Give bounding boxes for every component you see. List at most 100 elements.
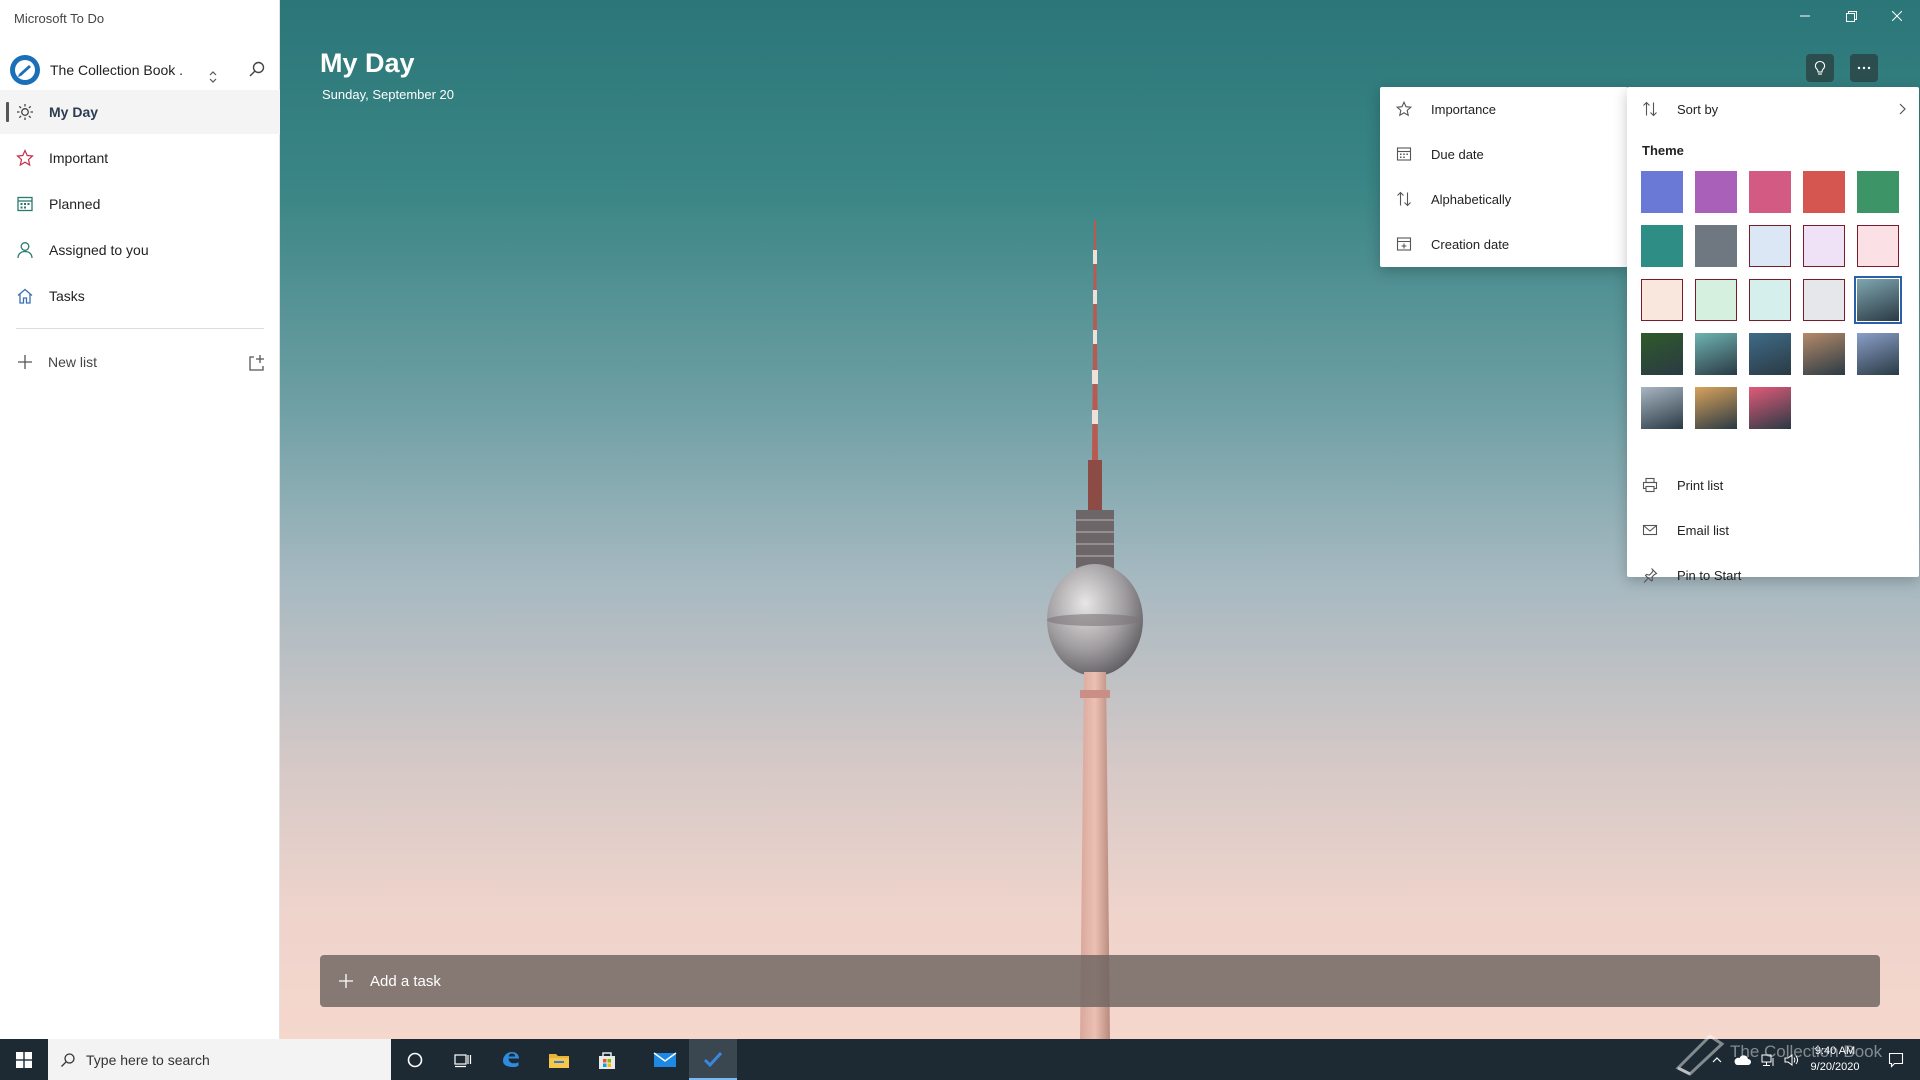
sidebar-divider bbox=[16, 328, 264, 329]
theme-swatch-pink[interactable] bbox=[1749, 171, 1791, 213]
theme-swatch-light-teal[interactable] bbox=[1749, 279, 1791, 321]
new-list-label: New list bbox=[48, 354, 98, 370]
close-button[interactable] bbox=[1874, 0, 1920, 32]
theme-swatch-photo-poppies[interactable] bbox=[1695, 387, 1737, 429]
menu-item-label: Email list bbox=[1677, 523, 1730, 538]
theme-swatch-red[interactable] bbox=[1803, 171, 1845, 213]
sidebar-item-label: My Day bbox=[49, 104, 99, 120]
add-task-label: Add a task bbox=[370, 972, 441, 990]
printer-icon bbox=[1642, 477, 1658, 493]
email-list-menu-item[interactable]: Email list bbox=[1627, 508, 1919, 553]
cortana-icon bbox=[406, 1051, 424, 1069]
sort-item-label: Due date bbox=[1431, 147, 1484, 162]
theme-swatch-photo-desert[interactable] bbox=[1857, 333, 1899, 375]
theme-swatch-light-purple[interactable] bbox=[1803, 225, 1845, 267]
theme-swatch-light-blue[interactable] bbox=[1749, 225, 1791, 267]
sidebar-item-label: Planned bbox=[49, 196, 101, 212]
sun-icon bbox=[16, 103, 34, 121]
notification-icon bbox=[1888, 1052, 1904, 1068]
new-group-icon bbox=[247, 353, 267, 373]
store-button[interactable] bbox=[583, 1039, 631, 1080]
sort-alphabetically[interactable]: Alphabetically bbox=[1380, 177, 1628, 222]
minimize-icon bbox=[1800, 11, 1810, 21]
sort-icon bbox=[1642, 101, 1658, 117]
sidebar-item-assigned-to-you[interactable]: Assigned to you bbox=[0, 228, 280, 272]
theme-swatch-photo-mountains[interactable] bbox=[1749, 333, 1791, 375]
watermark-text: The Collection Book bbox=[1730, 1042, 1883, 1061]
task-view-button[interactable] bbox=[439, 1039, 487, 1080]
page-title: My Day bbox=[320, 48, 415, 78]
calendar-icon bbox=[1396, 146, 1412, 162]
sort-by-menu-item[interactable]: Sort by bbox=[1627, 87, 1919, 131]
pin-to-start-menu-item[interactable]: Pin to Start bbox=[1627, 553, 1919, 598]
sort-item-label: Alphabetically bbox=[1431, 192, 1512, 207]
theme-swatch-photo-palm[interactable] bbox=[1803, 333, 1845, 375]
sort-icon bbox=[1396, 191, 1412, 207]
suggestions-button[interactable] bbox=[1806, 54, 1834, 82]
theme-swatch-photo-pink-flower[interactable] bbox=[1749, 387, 1791, 429]
cortana-button[interactable] bbox=[391, 1039, 439, 1080]
person-icon bbox=[16, 241, 34, 259]
sidebar-item-label: Important bbox=[49, 150, 109, 166]
theme-swatch-photo-lighthouse[interactable] bbox=[1641, 387, 1683, 429]
task-view-icon bbox=[454, 1052, 472, 1068]
calendar-icon bbox=[16, 195, 34, 213]
sidebar-item-label: Tasks bbox=[49, 288, 85, 304]
sort-by-label: Sort by bbox=[1677, 101, 1719, 117]
theme-swatch-gray[interactable] bbox=[1695, 225, 1737, 267]
new-list-button[interactable]: New list bbox=[0, 340, 280, 384]
menu-item-label: Print list bbox=[1677, 478, 1724, 493]
new-group-button[interactable] bbox=[247, 353, 267, 373]
more-options-button[interactable] bbox=[1850, 54, 1878, 82]
minimize-button[interactable] bbox=[1782, 0, 1828, 32]
sort-importance[interactable]: Importance bbox=[1380, 87, 1628, 132]
search-button[interactable] bbox=[244, 56, 270, 82]
mail-icon bbox=[653, 1051, 677, 1069]
sort-submenu: Importance Due date Alphabetically Creat… bbox=[1380, 87, 1628, 267]
account-switcher[interactable]: The Collection Book . bbox=[10, 50, 270, 90]
todo-app-button[interactable] bbox=[689, 1039, 737, 1080]
window-controls bbox=[1782, 0, 1920, 32]
theme-swatch-purple[interactable] bbox=[1695, 171, 1737, 213]
sidebar-item-my-day[interactable]: My Day bbox=[0, 90, 280, 134]
theme-swatch-light-peach[interactable] bbox=[1641, 279, 1683, 321]
home-icon bbox=[16, 287, 34, 305]
sidebar-item-tasks[interactable]: Tasks bbox=[0, 274, 280, 318]
sidebar: Microsoft To Do The Collection Book . My… bbox=[0, 0, 280, 1039]
print-list-menu-item[interactable]: Print list bbox=[1627, 463, 1919, 508]
theme-swatch-green[interactable] bbox=[1857, 171, 1899, 213]
theme-swatch-light-green[interactable] bbox=[1695, 279, 1737, 321]
theme-swatch-light-pink[interactable] bbox=[1857, 225, 1899, 267]
add-task-input[interactable]: Add a task bbox=[320, 955, 1880, 1007]
theme-swatch-photo-leaves[interactable] bbox=[1641, 333, 1683, 375]
restore-icon bbox=[1845, 10, 1857, 22]
sort-item-label: Creation date bbox=[1431, 237, 1510, 252]
background-tower-image bbox=[1047, 220, 1143, 1039]
lightbulb-icon bbox=[1812, 60, 1828, 76]
sort-item-label: Importance bbox=[1431, 102, 1497, 117]
close-icon bbox=[1892, 11, 1902, 21]
folder-icon bbox=[548, 1051, 570, 1069]
account-avatar bbox=[10, 55, 40, 85]
chevron-updown-icon bbox=[208, 70, 218, 84]
sort-due-date[interactable]: Due date bbox=[1380, 132, 1628, 177]
sidebar-item-planned[interactable]: Planned bbox=[0, 182, 280, 226]
menu-item-label: Pin to Start bbox=[1677, 568, 1742, 583]
store-bag-icon bbox=[597, 1050, 617, 1070]
theme-swatch-light-gray[interactable] bbox=[1803, 279, 1845, 321]
taskbar-search-box[interactable]: Type here to search bbox=[48, 1039, 391, 1080]
theme-swatch-photo-beach[interactable] bbox=[1695, 333, 1737, 375]
sidebar-item-important[interactable]: Important bbox=[0, 136, 280, 180]
watermark-book-logo bbox=[1670, 1030, 1726, 1076]
theme-swatch-photo-tower[interactable] bbox=[1854, 276, 1902, 324]
sort-creation-date[interactable]: Creation date bbox=[1380, 222, 1628, 267]
start-button[interactable] bbox=[0, 1039, 48, 1080]
mail-app-button[interactable] bbox=[641, 1039, 689, 1080]
theme-swatch-blue[interactable] bbox=[1641, 171, 1683, 213]
pin-icon bbox=[1642, 567, 1658, 583]
edge-app-button[interactable] bbox=[487, 1039, 535, 1080]
restore-button[interactable] bbox=[1828, 0, 1874, 32]
search-icon bbox=[248, 60, 266, 78]
file-explorer-button[interactable] bbox=[535, 1039, 583, 1080]
theme-swatch-teal[interactable] bbox=[1641, 225, 1683, 267]
